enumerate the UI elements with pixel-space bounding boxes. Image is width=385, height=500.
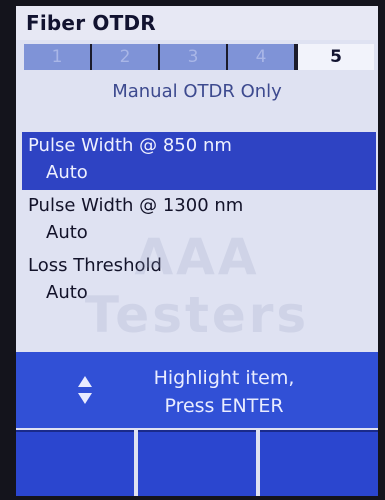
- setting-name: Pulse Width @ 850 nm: [28, 135, 232, 156]
- softkey-bar: [16, 430, 378, 496]
- up-down-arrows-icon: [78, 376, 92, 404]
- softkey-2[interactable]: [138, 430, 256, 496]
- mode-label: Manual OTDR Only: [112, 81, 282, 102]
- tab-5[interactable]: 5: [296, 44, 374, 70]
- device-bezel: Fiber OTDR 1 2 3 4 5 Manual OTDR Only Pu…: [0, 0, 385, 500]
- tab-4[interactable]: 4: [228, 44, 296, 70]
- tab-1[interactable]: 1: [24, 44, 92, 70]
- tab-2[interactable]: 2: [92, 44, 160, 70]
- app-title: Fiber OTDR: [26, 11, 156, 35]
- setting-value: Auto: [46, 222, 88, 243]
- hint-bar: Highlight item, Press ENTER: [16, 352, 378, 428]
- setting-pulse-width-1300[interactable]: Pulse Width @ 1300 nm Auto: [22, 192, 376, 250]
- softkey-3[interactable]: [260, 430, 378, 496]
- tab-strip: 1 2 3 4 5: [24, 44, 374, 70]
- setting-value: Auto: [46, 162, 88, 183]
- setting-pulse-width-850[interactable]: Pulse Width @ 850 nm Auto: [22, 132, 376, 190]
- hint-line-2: Press ENTER: [164, 395, 284, 417]
- setting-loss-threshold[interactable]: Loss Threshold Auto: [22, 252, 376, 310]
- hint-text: Highlight item, Press ENTER: [104, 364, 344, 420]
- title-bar: Fiber OTDR: [16, 6, 378, 40]
- setting-name: Pulse Width @ 1300 nm: [28, 195, 244, 216]
- softkey-1[interactable]: [16, 430, 134, 496]
- hint-line-1: Highlight item,: [153, 367, 295, 389]
- tab-3[interactable]: 3: [160, 44, 228, 70]
- setting-value: Auto: [46, 282, 88, 303]
- device-screen: Fiber OTDR 1 2 3 4 5 Manual OTDR Only Pu…: [16, 6, 378, 496]
- setting-name: Loss Threshold: [28, 255, 162, 276]
